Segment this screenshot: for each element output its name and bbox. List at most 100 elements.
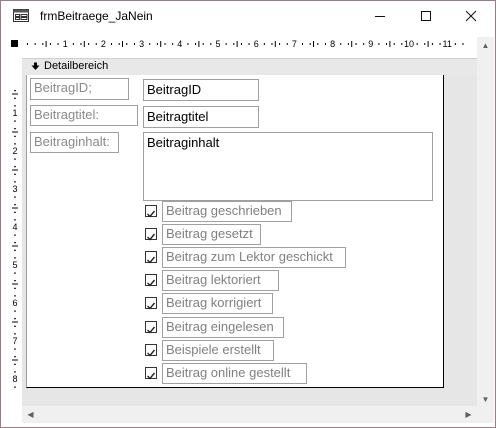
checkbox-label[interactable]: Beitrag lektoriert: [162, 270, 279, 291]
ruler-tick: [363, 43, 365, 45]
ruler-number: 2: [101, 39, 106, 49]
minimize-button[interactable]: [357, 1, 403, 31]
ruler-tick: [210, 43, 212, 45]
close-button[interactable]: [448, 1, 494, 31]
checkmark-icon: [147, 349, 156, 357]
ruler-tick: [14, 287, 16, 289]
ruler-tick: [14, 128, 16, 130]
ruler-tick: [324, 43, 326, 45]
checkbox-label[interactable]: Beispiele erstellt: [162, 340, 274, 361]
ruler-number: 1: [63, 39, 68, 49]
ruler-tick: [401, 43, 403, 45]
ruler-tick: [14, 371, 16, 373]
ruler-tick: [14, 310, 16, 312]
horizontal-ruler-ticks: 1 2 3 4 5 6 7 8 9 10 11: [27, 39, 464, 49]
ruler-tick: [14, 318, 16, 320]
field-label-beitragtitel[interactable]: Beitragtitel:: [30, 105, 138, 126]
ruler-tick: [309, 43, 311, 45]
ruler-tick: [225, 43, 227, 45]
checkmark-icon: [147, 233, 156, 241]
ruler-tick: [14, 356, 16, 358]
checkbox-label[interactable]: Beitrag online gestellt: [162, 363, 307, 384]
field-textbox-beitragtitel[interactable]: Beitragtitel: [143, 106, 259, 128]
checkbox[interactable]: [145, 367, 157, 380]
ruler-number: 4: [12, 222, 17, 232]
ruler-tick: [378, 43, 380, 45]
ruler-corner-icon[interactable]: [9, 38, 21, 50]
ruler-tick: [187, 43, 189, 45]
form-icon: [13, 9, 29, 22]
ruler-tick: [133, 43, 135, 45]
scrollbar-corner: [477, 406, 494, 423]
ruler-number: 11: [443, 39, 452, 49]
ruler-tick: [27, 43, 28, 45]
ruler-tick: [279, 43, 281, 45]
checkbox-label[interactable]: Beitrag korrigiert: [162, 293, 273, 314]
checkbox[interactable]: [145, 344, 157, 357]
scroll-right-icon[interactable]: ▶: [460, 406, 477, 423]
ruler-tick: [424, 43, 426, 45]
checkbox-label[interactable]: Beitrag eingelesen: [162, 317, 284, 338]
window-title: frmBeitraege_JaNein: [40, 9, 153, 23]
maximize-button[interactable]: [403, 1, 449, 31]
ruler-tick: [57, 43, 59, 45]
vertical-scrollbar[interactable]: ▲ ▼: [477, 37, 494, 408]
ruler-tick: [14, 120, 16, 122]
ruler-tick: [14, 204, 16, 206]
ruler-number: 5: [12, 260, 17, 270]
ruler-tick: [233, 43, 235, 45]
checkmark-icon: [147, 302, 156, 310]
ruler-tick: [386, 43, 388, 45]
ruler-tick: [14, 295, 16, 297]
ruler-tick: [347, 43, 349, 45]
field-label-beitraginhalt[interactable]: Beitraginhalt:: [30, 132, 119, 153]
ruler-tick: [14, 196, 16, 198]
checkbox[interactable]: [145, 297, 157, 310]
ruler-tick: [88, 43, 90, 45]
ruler-tick: [14, 158, 16, 160]
ruler-tick: [49, 43, 51, 45]
ruler-tick: [126, 43, 128, 45]
ruler-number: 8: [12, 374, 17, 384]
ruler-number: 6: [12, 298, 17, 308]
ruler-tick: [393, 43, 395, 45]
ruler-tick: [172, 43, 174, 45]
scroll-up-icon[interactable]: ▲: [477, 37, 494, 54]
field-textbox-beitragid[interactable]: BeitragID: [143, 79, 259, 101]
checkbox[interactable]: [145, 274, 157, 287]
minimize-icon: [375, 16, 385, 17]
checkbox[interactable]: [145, 205, 157, 218]
ruler-tick: [317, 43, 319, 45]
checkbox-label[interactable]: Beitrag gesetzt: [162, 224, 261, 245]
ruler-tick: [355, 43, 357, 45]
ruler-tick: [14, 249, 16, 251]
field-textbox-beitraginhalt[interactable]: Beitraginhalt: [143, 132, 433, 201]
checkmark-icon: [147, 210, 156, 218]
checkbox[interactable]: [145, 321, 157, 334]
checkbox-label[interactable]: Beitrag geschrieben: [162, 201, 292, 222]
checkbox-label[interactable]: Beitrag zum Lektor geschickt: [162, 247, 346, 268]
checkmark-icon: [147, 372, 156, 380]
field-label-beitragid[interactable]: BeitragID;: [30, 78, 129, 100]
ruler-number: 10: [404, 39, 414, 49]
ruler-tick: [431, 43, 433, 45]
scroll-left-icon[interactable]: ◀: [22, 406, 39, 423]
ruler-tick: [302, 43, 304, 45]
ruler-tick: [149, 43, 151, 45]
ruler-tick: [14, 97, 16, 99]
ruler-number: 3: [12, 184, 17, 194]
ruler-number: 8: [330, 39, 335, 49]
horizontal-scrollbar[interactable]: ◀ ▶: [22, 406, 477, 423]
chevron-down-icon: [31, 62, 40, 70]
ruler-tick: [72, 43, 74, 45]
ruler-tick: [14, 348, 16, 350]
ruler-tick: [14, 280, 16, 282]
checkbox[interactable]: [145, 251, 157, 264]
ruler-tick: [14, 242, 16, 244]
checkbox[interactable]: [145, 228, 157, 241]
ruler-tick: [14, 105, 16, 107]
ruler-number: 2: [12, 146, 17, 156]
ruler-tick: [14, 135, 16, 137]
ruler-tick: [340, 43, 342, 45]
ruler-tick: [14, 363, 16, 365]
